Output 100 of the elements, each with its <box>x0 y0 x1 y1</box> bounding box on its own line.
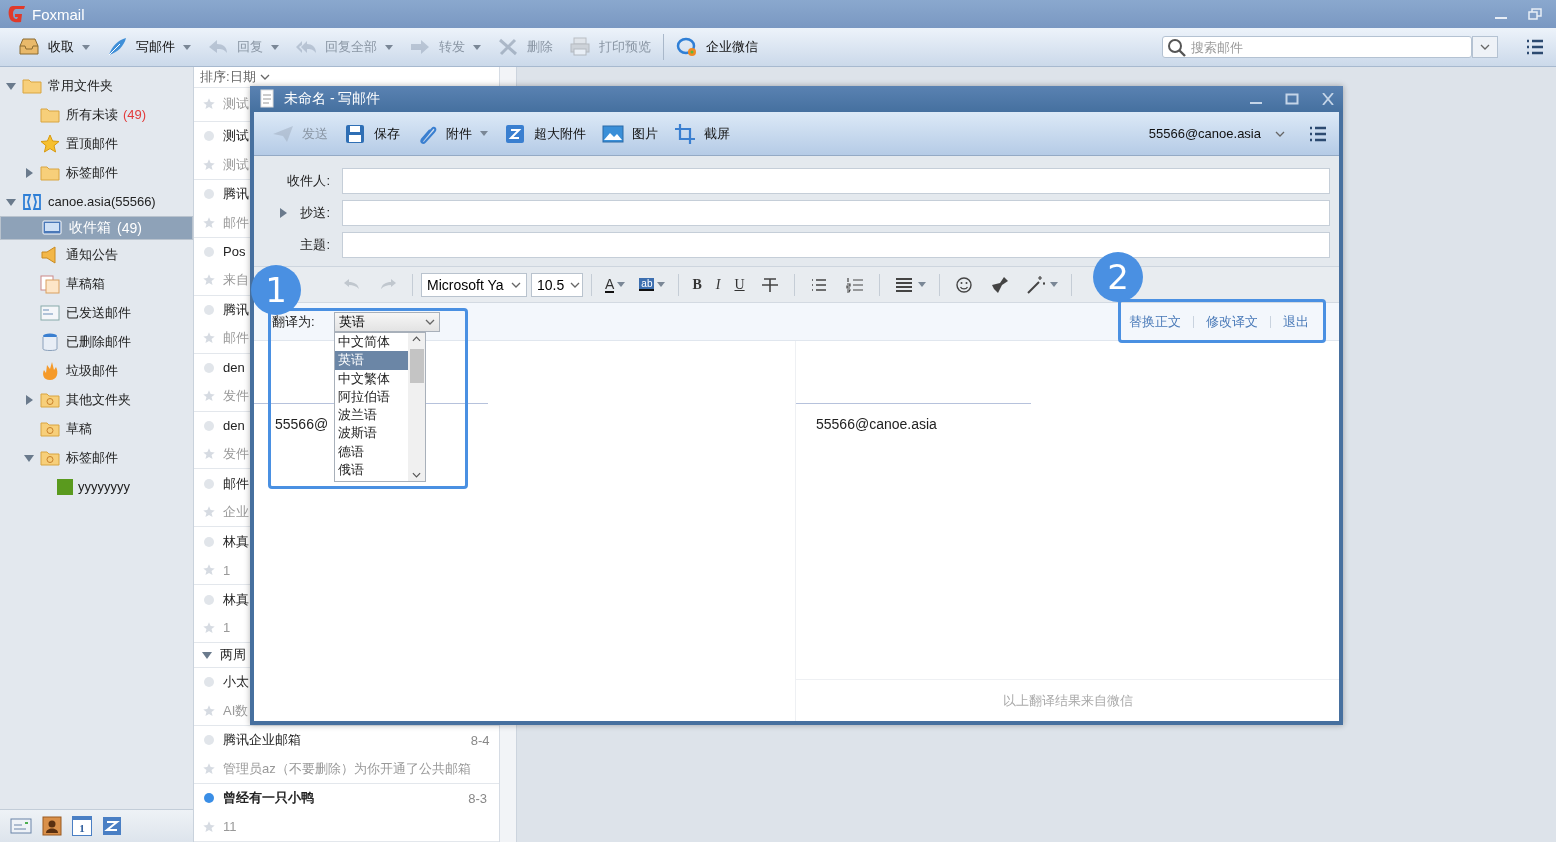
mail-subject: 小太 <box>223 673 249 692</box>
language-option[interactable]: 波斯语 <box>335 424 408 443</box>
search-icon <box>1166 37 1188 59</box>
folder-item[interactable]: 垃圾邮件 <box>0 356 193 385</box>
collapsed-arrow-icon[interactable] <box>24 167 34 178</box>
maximize-icon[interactable] <box>1285 93 1299 105</box>
scroll-down-icon[interactable] <box>412 472 421 478</box>
translate-label: 翻译为: <box>272 312 316 331</box>
translate-action-link[interactable]: 退出 <box>1283 312 1309 331</box>
field-label: 抄送: <box>300 204 330 222</box>
language-option[interactable]: 中文简体 <box>335 333 408 352</box>
scroll-up-icon[interactable] <box>412 336 421 342</box>
image-button[interactable]: 图片 <box>594 118 666 149</box>
folder-item[interactable]: 标签邮件 <box>0 443 193 472</box>
folder-item[interactable]: 草稿 <box>0 414 193 443</box>
expanded-arrow-icon[interactable] <box>6 196 16 207</box>
folder-item[interactable]: 所有未读 (49) <box>0 100 193 129</box>
folder-item[interactable]: yyyyyyyy <box>0 472 193 501</box>
caret-icon <box>480 131 488 136</box>
collapsed-arrow-icon[interactable] <box>278 208 289 218</box>
mail-icon <box>10 815 32 837</box>
size-select[interactable]: 10.5 <box>531 272 583 297</box>
caret-icon <box>617 282 626 287</box>
highlight-button[interactable]: ab <box>634 271 671 298</box>
compose-button[interactable]: 写邮件 <box>98 32 199 62</box>
translate-action-link[interactable]: 替换正文 <box>1129 312 1181 331</box>
mail-preview: 发件 <box>223 445 249 464</box>
folder-item[interactable]: 草稿箱 <box>0 269 193 298</box>
receive-button[interactable]: 收取 <box>10 32 98 62</box>
folder-item[interactable]: 已发送邮件 <box>0 298 193 327</box>
language-select[interactable]: 英语 <box>334 311 440 332</box>
expanded-arrow-icon[interactable] <box>24 452 34 463</box>
italic-button[interactable]: I <box>710 271 726 298</box>
folder-item[interactable]: 通知公告 <box>0 240 193 269</box>
language-option[interactable]: 德语 <box>335 442 408 462</box>
font-color-button[interactable]: A <box>600 271 631 298</box>
translate-action-link[interactable]: 修改译文 <box>1206 312 1258 331</box>
collapsed-arrow-icon[interactable] <box>24 394 34 405</box>
wework-button[interactable]: 企业微信 <box>668 32 766 62</box>
field-label: 收件人: <box>287 172 330 190</box>
chevron-icon <box>259 74 270 80</box>
star-icon[interactable] <box>201 819 216 834</box>
input-field[interactable] <box>342 232 1330 258</box>
language-option[interactable]: 中文繁体 <box>335 369 408 388</box>
mail-date: 8-4 <box>470 732 490 748</box>
mail-preview: 发件 <box>223 387 249 406</box>
mail-subject: den <box>223 418 245 434</box>
big-attach-button[interactable]: 超大附件 <box>496 118 594 149</box>
folder-label: 收件箱 <box>69 219 111 237</box>
calendar-icon[interactable]: 1 <box>72 816 92 836</box>
mail-subject: 测试 <box>223 127 249 146</box>
restore-icon[interactable] <box>1528 8 1542 20</box>
underline-button[interactable]: U <box>729 271 750 298</box>
star-icon[interactable] <box>201 761 216 776</box>
folder-item[interactable]: 已删除邮件 <box>0 327 193 356</box>
account-selector[interactable]: 55566@canoe.asia <box>1142 125 1291 142</box>
search-field[interactable]: 搜索邮件 <box>1162 36 1472 58</box>
screenshot-button[interactable]: 截屏 <box>666 118 738 149</box>
sort-label[interactable]: 排序:日期 <box>200 68 256 86</box>
expanded-arrow-icon[interactable] <box>6 80 16 91</box>
language-option[interactable]: 俄语 <box>335 461 408 480</box>
close-icon[interactable] <box>1321 93 1335 105</box>
star-icon[interactable] <box>201 215 216 230</box>
search-options-button[interactable] <box>1472 36 1498 58</box>
app-logo <box>6 3 28 25</box>
star-icon[interactable] <box>201 621 216 635</box>
folder-item[interactable]: 置顶邮件 <box>0 129 193 158</box>
font-select[interactable]: Microsoft Ya <box>421 272 527 297</box>
language-option[interactable]: 英语 <box>335 351 408 370</box>
translated-text: 55566@canoe.asia <box>816 416 937 432</box>
mail-preview: 来自 <box>223 271 249 290</box>
language-option[interactable]: 波兰语 <box>335 406 408 425</box>
star-icon[interactable] <box>201 703 216 718</box>
attach-button[interactable]: 附件 <box>408 118 496 149</box>
drafts-icon <box>39 272 61 295</box>
chevron-icon <box>1480 44 1490 50</box>
delete-icon <box>497 36 519 58</box>
folder-label: 草稿箱 <box>66 274 105 293</box>
expanded-arrow-icon[interactable] <box>202 650 212 661</box>
bold-button[interactable]: B <box>687 271 707 298</box>
folder-label: 垃圾邮件 <box>66 361 118 380</box>
scrollbar-thumb[interactable] <box>410 349 424 383</box>
folder-label: 常用文件夹 <box>48 76 113 95</box>
save-button[interactable]: 保存 <box>336 118 408 149</box>
group-label: 两周 <box>220 646 246 665</box>
input-field[interactable] <box>342 200 1330 226</box>
window-title: 未命名 - 写邮件 <box>284 90 382 108</box>
mail-preview: 1 <box>223 562 231 578</box>
folder-item[interactable]: 其他文件夹 <box>0 385 193 414</box>
wework-icon <box>676 36 698 58</box>
input-field[interactable] <box>342 168 1330 194</box>
star-icon[interactable] <box>201 157 216 172</box>
mail-subject: 腾讯 <box>223 185 249 204</box>
folder-label: 其他文件夹 <box>66 390 131 409</box>
folder-item[interactable]: 常用文件夹 <box>0 71 193 100</box>
chevron-icon <box>1275 130 1285 137</box>
language-option[interactable]: 阿拉伯语 <box>335 387 408 407</box>
caret-icon <box>271 44 279 50</box>
folder-item[interactable]: 标签邮件 <box>0 158 193 187</box>
folder-item[interactable]: canoe.asia(55566) <box>0 187 193 216</box>
